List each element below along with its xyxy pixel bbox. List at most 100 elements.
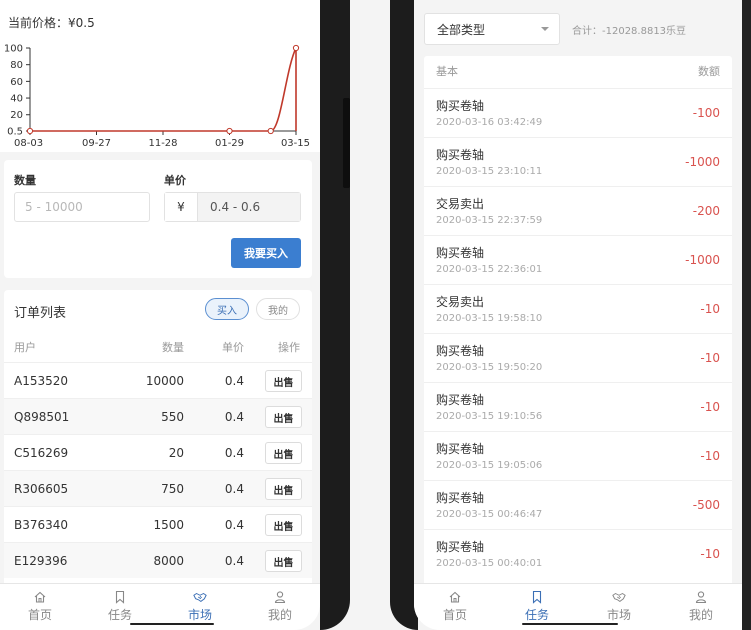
table-row: Q898501 550 0.4 出售 (4, 398, 312, 434)
unit-price-field[interactable]: ¥ 0.4 - 0.6 (164, 192, 301, 222)
ledger-item-time: 2020-03-16 03:42:49 (436, 117, 543, 128)
order-price: 0.4 (224, 518, 244, 532)
price-series-line (30, 47, 297, 132)
y-tick-label: 80 (10, 60, 23, 71)
order-user: B376340 (14, 518, 69, 532)
header-op: 操作 (278, 341, 300, 354)
header-price: 单价 (222, 341, 244, 354)
data-point (226, 127, 233, 135)
filter-mine-button[interactable]: 我的 (256, 298, 300, 320)
ledger-item-amount: -10 (700, 449, 720, 463)
ledger-item-amount: -100 (692, 106, 720, 120)
y-tick-label: 20 (10, 110, 23, 121)
tab-user[interactable]: 我的 (240, 584, 320, 630)
quantity-input[interactable] (14, 192, 150, 222)
order-qty: 750 (161, 482, 184, 496)
table-row: E129396 8000 0.4 出售 (4, 542, 312, 578)
ledger-item-time: 2020-03-15 23:10:11 (436, 166, 543, 177)
bookmark-icon (113, 590, 127, 604)
ledger-item-time: 2020-03-15 00:46:47 (436, 509, 543, 520)
order-price: 0.4 (224, 374, 244, 388)
buy-button[interactable]: 我要买入 (231, 238, 301, 268)
tab-user[interactable]: 我的 (660, 584, 742, 630)
list-item[interactable]: 购买卷轴 2020-03-16 03:42:49 -100 (424, 88, 732, 137)
phone-side-button (343, 98, 350, 188)
tab-label: 市场 (187, 608, 212, 622)
x-tick-label: 08-03 (14, 138, 43, 149)
order-qty: 1500 (153, 518, 184, 532)
y-tick-label: 60 (10, 77, 23, 88)
list-item[interactable]: 购买卷轴 2020-03-15 00:40:01 -10 (424, 529, 732, 578)
data-point (26, 127, 34, 135)
order-list-title: 订单列表 (14, 306, 67, 321)
ledger-item-title: 购买卷轴 (436, 540, 485, 554)
order-user: R306605 (14, 482, 69, 496)
data-point (292, 44, 300, 52)
list-item[interactable]: 交易卖出 2020-03-15 22:37:59 -200 (424, 186, 732, 235)
handshake-icon (193, 590, 207, 604)
handshake-icon (612, 590, 626, 604)
ledger-item-amount: -10 (700, 351, 720, 365)
tab-home[interactable]: 首页 (414, 584, 496, 630)
list-item[interactable]: 购买卷轴 2020-03-15 19:10:56 -10 (424, 382, 732, 431)
list-item[interactable]: 购买卷轴 2020-03-15 19:50:20 -10 (424, 333, 732, 382)
home-indicator-left (130, 623, 214, 625)
market-screen: 当前价格：¥0.5 100 80 60 40 20 0.5 08-03 09-27 11-28 0… (0, 0, 320, 630)
sell-button[interactable]: 出售 (265, 442, 302, 464)
buy-form-card: 数量 单价 ¥ 0.4 - 0.6 我要买入 (4, 160, 312, 278)
ledger-list-header: 基本 数额 (424, 56, 732, 88)
tab-home[interactable]: 首页 (0, 584, 80, 630)
order-price: 0.4 (224, 554, 244, 568)
order-table-header: 用户 数量 单价 操作 (4, 334, 312, 362)
sell-button[interactable]: 出售 (265, 514, 302, 536)
ledger-item-title: 购买卷轴 (436, 148, 485, 162)
order-price: 0.4 (224, 410, 244, 424)
type-select-value: 全部类型 (437, 22, 486, 37)
x-tick-label: 01-29 (215, 138, 244, 149)
sell-button[interactable]: 出售 (265, 478, 302, 500)
ledger-item-title: 交易卖出 (436, 295, 485, 309)
user-icon (273, 590, 287, 604)
tab-label: 任务 (107, 608, 132, 622)
table-row: R306605 750 0.4 出售 (4, 470, 312, 506)
list-item[interactable]: 购买卷轴 2020-03-15 22:36:01 -1000 (424, 235, 732, 284)
sell-button[interactable]: 出售 (265, 550, 302, 572)
ledger-item-time: 2020-03-15 19:50:20 (436, 362, 543, 373)
order-qty: 550 (161, 410, 184, 424)
list-item[interactable]: 交易卖出 2020-03-15 19:58:10 -10 (424, 284, 732, 333)
y-tick-label: 40 (10, 94, 23, 105)
user-icon (694, 590, 708, 604)
list-item[interactable]: 购买卷轴 2020-03-15 19:05:06 -10 (424, 431, 732, 480)
filter-buy-button[interactable]: 买入 (205, 298, 249, 320)
order-qty: 10000 (145, 374, 184, 388)
sell-button[interactable]: 出售 (265, 406, 302, 428)
tab-label: 市场 (606, 608, 631, 622)
ledger-total: 合计：-12028.8813乐豆 (572, 26, 687, 37)
header-user: 用户 (14, 341, 36, 354)
ledger-item-time: 2020-03-15 19:05:06 (436, 460, 543, 471)
x-tick-label: 09-27 (82, 138, 111, 149)
x-tick-label: 11-28 (148, 138, 177, 149)
ledger-item-time: 2020-03-15 19:58:10 (436, 313, 543, 324)
ledger-item-title: 购买卷轴 (436, 442, 485, 456)
ledger-item-time: 2020-03-15 19:10:56 (436, 411, 543, 422)
unit-price-label: 单价 (164, 174, 186, 187)
list-item[interactable]: 购买卷轴 2020-03-15 23:10:11 -1000 (424, 137, 732, 186)
sell-button[interactable]: 出售 (265, 370, 302, 392)
ledger-item-time: 2020-03-15 22:36:01 (436, 264, 543, 275)
type-select[interactable]: 全部类型 (424, 13, 560, 45)
bookmark-icon (530, 590, 544, 604)
list-item[interactable]: 购买卷轴 2020-03-15 00:46:47 -500 (424, 480, 732, 529)
price-chart-card: 当前价格：¥0.5 100 80 60 40 20 0.5 08-03 09-27 11-28 0… (0, 0, 320, 152)
ledger-item-title: 购买卷轴 (436, 99, 485, 113)
order-user: Q898501 (14, 410, 70, 424)
order-list-card: 订单列表 买入 我的 用户 数量 单价 操作 A153520 10000 0.4 出售… (4, 290, 312, 590)
ledger-item-amount: -10 (700, 400, 720, 414)
ledger-list-card: 基本 数额 购买卷轴 2020-03-16 03:42:49 -100 购买卷轴 202… (424, 56, 732, 596)
ledger-item-title: 购买卷轴 (436, 344, 485, 358)
order-user: A153520 (14, 374, 69, 388)
x-tick-label: 03-15 (281, 138, 310, 149)
ledger-item-amount: -10 (700, 302, 720, 316)
ledger-item-time: 2020-03-15 22:37:59 (436, 215, 543, 226)
price-range-value: 0.4 - 0.6 (198, 193, 300, 221)
